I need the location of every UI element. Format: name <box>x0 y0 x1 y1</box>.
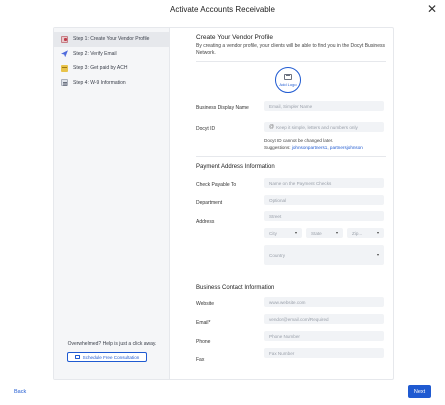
address-label: Address <box>196 219 215 225</box>
business-name-label: Business Display Name <box>196 105 249 111</box>
next-button[interactable]: Next <box>408 385 431 398</box>
state-select[interactable]: State <box>306 228 343 238</box>
chevron-down-icon <box>377 254 379 256</box>
step-vendor-profile[interactable]: Step 1: Create Your Vendor Profile <box>54 32 169 47</box>
website-label: Website <box>196 301 214 307</box>
fax-label: Fax <box>196 357 205 363</box>
website-input[interactable]: www.website.com <box>264 297 384 307</box>
phone-placeholder: Phone Number <box>269 333 300 339</box>
phone-label: Phone <box>196 339 211 345</box>
form-title: Create Your Vendor Profile <box>196 34 273 41</box>
schedule-consultation-label: Schedule Free Consultation <box>82 354 140 360</box>
vendor-profile-form: Create Your Vendor Profile By creating a… <box>171 28 393 379</box>
payment-section-title: Payment Address Information <box>196 164 275 170</box>
email-label: Email* <box>196 320 211 326</box>
department-label: Department <box>196 200 223 206</box>
step-label: Step 3: Get paid by ACH <box>73 65 128 72</box>
phone-input[interactable]: Phone Number <box>264 331 384 341</box>
business-name-input[interactable]: Email, Simpler Name <box>264 101 384 111</box>
calendar-icon <box>74 354 80 360</box>
department-placeholder: Optional <box>269 197 287 203</box>
step-verify-email[interactable]: Step 2: Verify Email <box>54 47 169 62</box>
help-text: Overwhelmed? Help is just a click away. <box>67 341 157 347</box>
step-label: Step 1: Create Your Vendor Profile <box>73 36 150 43</box>
suggestions-label: Suggestions: <box>264 145 291 150</box>
profile-icon <box>61 35 68 43</box>
city-placeholder: City <box>269 230 277 236</box>
check-payable-placeholder: Name on the Payment Checks <box>269 180 332 186</box>
step-w9[interactable]: Step 4: W-9 Information <box>54 76 169 91</box>
docyt-id-note: Docyt ID cannot be changed later. <box>264 138 334 143</box>
close-icon[interactable]: ✕ <box>426 3 438 15</box>
docyt-id-input[interactable]: @ Keep it simple, letters and numbers on… <box>264 122 384 132</box>
street-placeholder: Street <box>269 213 282 219</box>
docyt-id-label: Docyt ID <box>196 126 216 132</box>
zip-select[interactable]: Zip... <box>347 228 384 238</box>
chevron-down-icon <box>295 231 297 234</box>
state-placeholder: State <box>311 230 322 236</box>
website-placeholder: www.website.com <box>269 299 306 305</box>
docyt-id-placeholder: Keep it simple, letters and numbers only <box>276 124 358 130</box>
paper-plane-icon <box>61 50 68 58</box>
business-name-placeholder: Email, Simpler Name <box>269 103 313 109</box>
street-input[interactable]: Street <box>264 211 384 221</box>
back-button[interactable]: Back <box>14 389 26 395</box>
image-icon <box>284 73 292 80</box>
divider <box>196 156 386 157</box>
check-payable-input[interactable]: Name on the Payment Checks <box>264 178 384 188</box>
add-logo-label: Add Logo <box>279 81 297 87</box>
email-input[interactable]: vendor@email.com/Required <box>264 314 384 324</box>
email-placeholder: vendor@email.com/Required <box>269 316 329 322</box>
check-payable-label: Check Payable To <box>196 182 237 188</box>
docyt-id-suggestions: Suggestions: johnsonpartners1, partnersj… <box>264 145 363 150</box>
steps-sidebar: Step 1: Create Your Vendor Profile Step … <box>54 28 170 379</box>
document-icon <box>61 79 68 87</box>
modal-content: Step 1: Create Your Vendor Profile Step … <box>53 27 394 380</box>
form-description: By creating a vendor profile, your clien… <box>196 43 385 56</box>
city-select[interactable]: City <box>264 228 302 238</box>
divider <box>196 61 386 62</box>
suggestions-links[interactable]: johnsonpartners1, partnersjohnson <box>292 145 363 150</box>
chevron-down-icon <box>377 231 379 234</box>
step-label: Step 2: Verify Email <box>73 50 117 57</box>
add-logo-button[interactable]: Add Logo <box>275 67 301 93</box>
fax-placeholder: Fax Number <box>269 350 295 356</box>
country-select[interactable]: Country <box>264 245 384 265</box>
modal-title: Activate Accounts Receivable <box>170 5 275 14</box>
contact-section-title: Business Contact Information <box>196 285 275 291</box>
money-icon <box>61 64 68 72</box>
zip-placeholder: Zip... <box>352 230 363 236</box>
schedule-consultation-button[interactable]: Schedule Free Consultation <box>67 352 147 362</box>
step-ach[interactable]: Step 3: Get paid by ACH <box>54 61 169 76</box>
step-label: Step 4: W-9 Information <box>73 79 126 86</box>
chevron-down-icon <box>336 231 338 234</box>
fax-input[interactable]: Fax Number <box>264 348 384 358</box>
modal-footer: Back Next <box>0 383 445 405</box>
department-input[interactable]: Optional <box>264 195 384 205</box>
country-placeholder: Country <box>269 252 286 258</box>
at-icon: @ <box>269 124 275 130</box>
